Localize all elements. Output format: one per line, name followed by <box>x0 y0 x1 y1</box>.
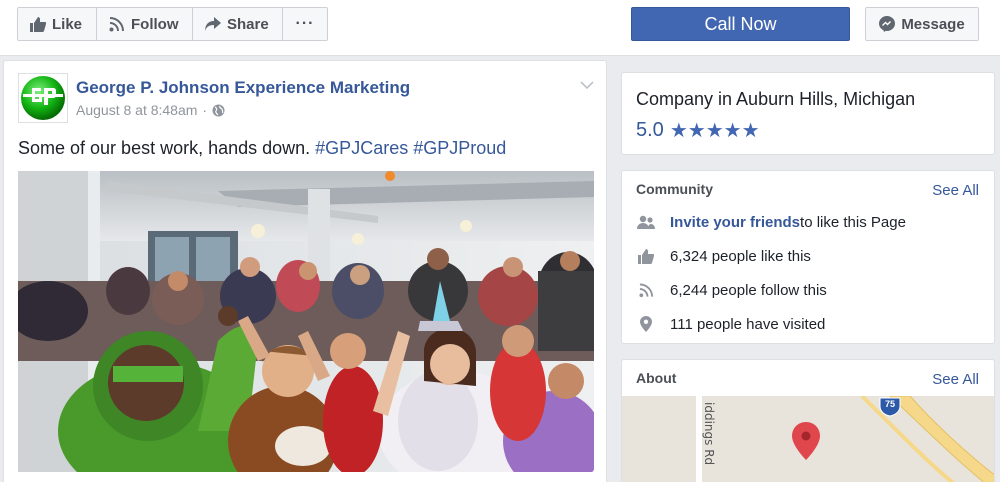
likes-row: 6,324 people like this <box>636 247 811 265</box>
more-icon: ··· <box>295 15 315 32</box>
message-button[interactable]: Message <box>865 7 979 41</box>
star-icon: ★ <box>723 119 742 142</box>
follow-label: Follow <box>131 15 179 33</box>
post-options[interactable] <box>580 77 594 95</box>
page-name-link[interactable]: George P. Johnson Experience Marketing <box>76 78 410 98</box>
visits-row: 111 people have visited <box>636 315 825 333</box>
about-see-all-link[interactable]: See All <box>932 371 979 388</box>
rss-icon <box>636 281 656 299</box>
event-photo-children <box>18 171 594 472</box>
map-graphic <box>622 396 994 482</box>
share-button[interactable]: Share <box>193 8 283 40</box>
rating-row[interactable]: 5.0 ★ ★ ★ ★ ★ <box>636 119 760 142</box>
meta-separator: · <box>202 102 208 118</box>
share-label: Share <box>227 15 269 33</box>
follow-button[interactable]: Follow <box>97 8 193 40</box>
location-icon <box>636 315 656 333</box>
follow-icon <box>109 16 124 31</box>
post-text: Some of our best work, hands down. #GPJC… <box>18 138 506 159</box>
community-card: Community See All Invite your friends to… <box>621 170 995 344</box>
post-photo[interactable] <box>18 171 594 472</box>
about-title: About <box>636 370 677 386</box>
community-title: Community <box>636 181 713 197</box>
highway-label: 75 <box>884 399 895 409</box>
post-text-body: Some of our best work, hands down. <box>18 138 316 158</box>
message-label: Message <box>901 15 965 33</box>
page-action-bar: Like Follow Share ··· Call Now Message <box>0 0 1000 56</box>
page-action-group: Like Follow Share ··· <box>17 7 328 41</box>
page-avatar[interactable] <box>18 73 68 123</box>
location-map[interactable]: iddings Rd 75 <box>622 396 994 482</box>
hashtag-gpjcares[interactable]: #GPJCares <box>315 138 408 158</box>
star-icon: ★ <box>705 119 724 142</box>
company-info-card: Company in Auburn Hills, Michigan 5.0 ★ … <box>621 72 995 155</box>
likes-count-text: 6,324 people like this <box>670 247 811 265</box>
invite-friends-link[interactable]: Invite your friends <box>670 214 800 231</box>
like-label: Like <box>52 15 83 33</box>
hashtag-gpjproud[interactable]: #GPJProud <box>413 138 506 158</box>
post-card: George P. Johnson Experience Marketing A… <box>3 60 607 482</box>
more-button[interactable]: ··· <box>283 8 327 40</box>
call-now-button[interactable]: Call Now <box>631 7 850 41</box>
visits-count-text: 111 people have visited <box>670 315 826 333</box>
like-icon <box>30 16 46 32</box>
like-button[interactable]: Like <box>18 8 97 40</box>
invite-rest-text: to like this Page <box>800 213 906 231</box>
community-see-all-link[interactable]: See All <box>932 182 979 199</box>
follows-row: 6,244 people follow this <box>636 281 827 299</box>
about-card: About See All iddings Rd 75 <box>621 359 995 482</box>
share-icon <box>205 17 221 31</box>
gpj-logo <box>21 76 65 120</box>
call-now-label: Call Now <box>704 13 777 34</box>
invite-icon <box>636 213 656 231</box>
messenger-icon <box>879 16 896 32</box>
star-icon: ★ <box>687 119 706 142</box>
company-category: Company in Auburn Hills, Michigan <box>636 89 916 109</box>
post-date[interactable]: August 8 at 8:48am <box>76 102 197 118</box>
rating-value: 5.0 <box>636 119 664 141</box>
post-meta: August 8 at 8:48am · <box>76 102 225 118</box>
star-icon: ★ <box>741 119 760 142</box>
map-road-label: iddings Rd <box>702 402 716 466</box>
follows-count-text: 6,244 people follow this <box>670 281 827 299</box>
invite-row: Invite your friends to like this Page <box>636 213 906 231</box>
chevron-down-icon <box>580 81 594 90</box>
thumb-icon <box>636 247 656 265</box>
star-icon: ★ <box>669 119 688 142</box>
globe-icon[interactable] <box>212 104 225 117</box>
